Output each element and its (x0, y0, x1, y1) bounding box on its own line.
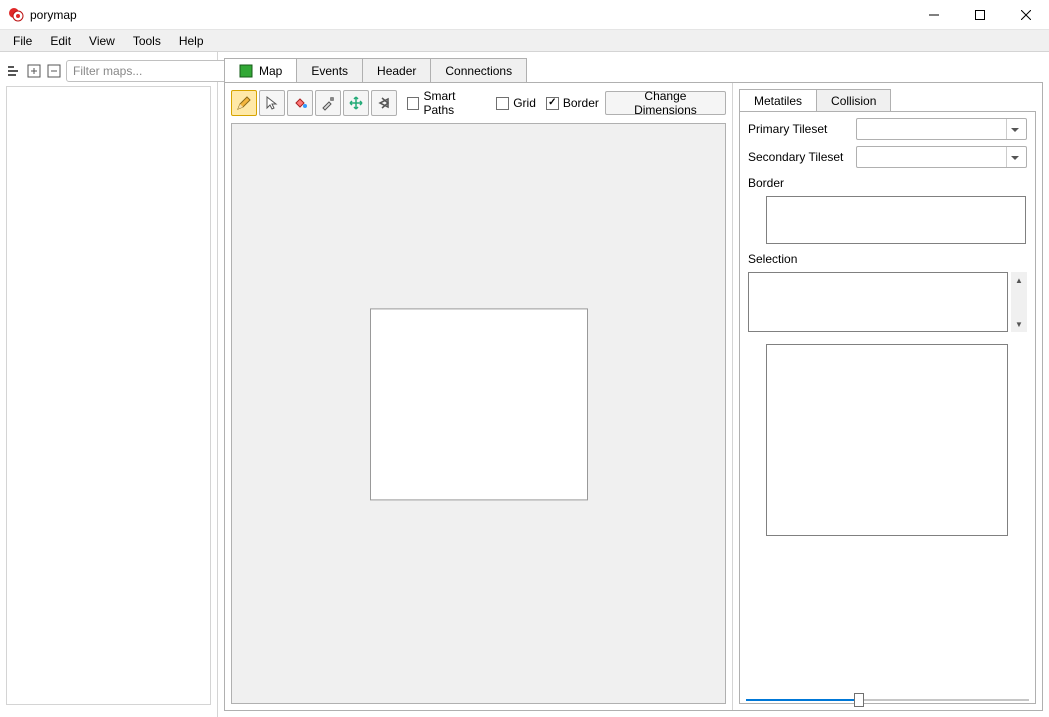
pencil-tool[interactable] (231, 90, 257, 116)
zoom-slider[interactable] (746, 697, 1029, 703)
center-panel: Map Events Header Connections (218, 52, 1049, 717)
zoom-slider-fill (746, 699, 859, 701)
primary-tileset-row: Primary Tileset (748, 118, 1027, 140)
right-panel: Metatiles Collision Primary Tileset Seco… (732, 83, 1042, 710)
grid-label: Grid (513, 96, 536, 110)
pointer-tool[interactable] (259, 90, 285, 116)
close-button[interactable] (1003, 0, 1049, 30)
primary-tileset-label: Primary Tileset (748, 122, 850, 136)
right-tabs: Metatiles Collision (739, 89, 1036, 111)
selection-section-label: Selection (748, 252, 1027, 266)
map-canvas-area[interactable] (231, 123, 726, 704)
expand-all-icon[interactable] (26, 61, 42, 81)
map-shift-tool[interactable] (371, 90, 397, 116)
map-toolbar: Smart Paths Grid Border Change Dimension… (231, 89, 726, 117)
maximize-button[interactable] (957, 0, 1003, 30)
border-metatiles-box[interactable] (766, 196, 1026, 244)
metatiles-panel: Primary Tileset Secondary Tileset (739, 111, 1036, 704)
map-tree[interactable] (6, 86, 211, 705)
map-editor: Smart Paths Grid Border Change Dimension… (225, 83, 732, 710)
menubar: File Edit View Tools Help (0, 30, 1049, 52)
body: Map Events Header Connections (0, 52, 1049, 717)
zoom-slider-thumb[interactable] (854, 693, 864, 707)
metatile-palette[interactable] (766, 344, 1008, 536)
tab-collision[interactable]: Collision (816, 89, 891, 111)
menu-tools[interactable]: Tools (124, 32, 170, 50)
grid-checkbox[interactable] (496, 97, 509, 110)
map-canvas[interactable] (370, 308, 588, 500)
secondary-tileset-combo[interactable] (856, 146, 1027, 168)
tab-collision-label: Collision (831, 94, 876, 108)
primary-tileset-dropdown-icon[interactable] (1006, 119, 1026, 139)
smart-paths-label: Smart Paths (423, 89, 486, 117)
tab-metatiles-label: Metatiles (754, 94, 802, 108)
menu-edit[interactable]: Edit (41, 32, 80, 50)
selection-area: ▲ ▼ (748, 272, 1027, 338)
primary-tileset-combo[interactable] (856, 118, 1027, 140)
selection-box[interactable] (748, 272, 1008, 332)
secondary-tileset-dropdown-icon[interactable] (1006, 147, 1026, 167)
filter-maps-input[interactable] (66, 60, 235, 82)
tab-connections[interactable]: Connections (430, 58, 527, 82)
collapse-all-icon[interactable] (46, 61, 62, 81)
smart-paths-checkbox[interactable] (407, 97, 419, 110)
border-checkbox[interactable] (546, 97, 559, 110)
main-tabs: Map Events Header Connections (224, 58, 1043, 82)
window-title: porymap (30, 8, 77, 22)
tab-map-label: Map (259, 64, 282, 78)
map-list-toolbar (6, 60, 211, 82)
tab-connections-label: Connections (445, 64, 512, 78)
scroll-up-icon[interactable]: ▲ (1011, 272, 1027, 288)
bucket-fill-tool[interactable] (287, 90, 313, 116)
grid-toggle[interactable]: Grid (496, 96, 536, 110)
map-tab-icon (239, 64, 253, 78)
minimize-button[interactable] (911, 0, 957, 30)
paint-tools (231, 90, 397, 116)
tab-metatiles[interactable]: Metatiles (739, 89, 817, 111)
tab-map[interactable]: Map (224, 58, 297, 82)
secondary-tileset-row: Secondary Tileset (748, 146, 1027, 168)
smart-paths-toggle[interactable]: Smart Paths (407, 89, 486, 117)
border-toggle[interactable]: Border (546, 96, 599, 110)
eyedropper-tool[interactable] (315, 90, 341, 116)
menu-file[interactable]: File (4, 32, 41, 50)
border-section-label: Border (748, 176, 1027, 190)
app-logo-icon (8, 7, 24, 23)
border-label: Border (563, 96, 599, 110)
tab-content: Smart Paths Grid Border Change Dimension… (224, 82, 1043, 711)
move-tool[interactable] (343, 90, 369, 116)
tab-header[interactable]: Header (362, 58, 431, 82)
tab-header-label: Header (377, 64, 416, 78)
titlebar: porymap (0, 0, 1049, 30)
sort-maps-icon[interactable] (6, 61, 22, 81)
menu-help[interactable]: Help (170, 32, 213, 50)
tab-events[interactable]: Events (296, 58, 363, 82)
secondary-tileset-label: Secondary Tileset (748, 150, 850, 164)
selection-scrollbar[interactable]: ▲ ▼ (1011, 272, 1027, 332)
tab-events-label: Events (311, 64, 348, 78)
zoom-slider-track (859, 699, 1029, 701)
scroll-down-icon[interactable]: ▼ (1011, 316, 1027, 332)
change-dimensions-button[interactable]: Change Dimensions (605, 91, 726, 115)
menu-view[interactable]: View (80, 32, 124, 50)
map-list-panel (0, 52, 218, 717)
window-controls (911, 0, 1049, 30)
metatile-palette-area (748, 344, 1027, 693)
